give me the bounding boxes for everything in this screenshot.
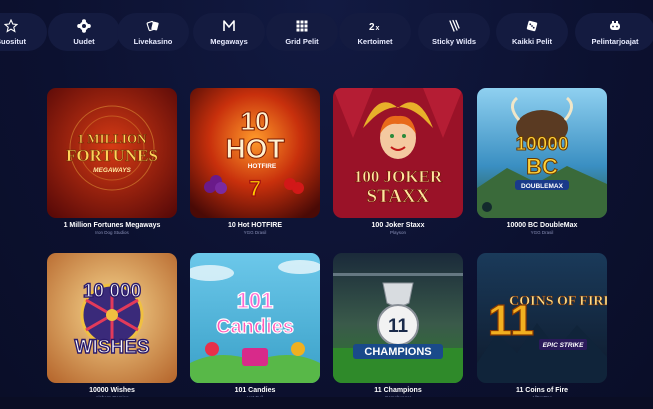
svg-text:MEGAWAYS: MEGAWAYS	[93, 167, 131, 174]
grid-icon	[296, 20, 308, 31]
game-art: 100 JOKER STAXX	[333, 88, 463, 218]
svg-text:HOT: HOT	[225, 133, 284, 164]
game-thumbnail[interactable]: 11 COINS OF FIRE EPIC STRIKE	[477, 253, 607, 383]
game-art: 10 HOT HOTFIRE 7	[190, 88, 320, 218]
cards-icon	[146, 20, 159, 31]
game-thumbnail[interactable]: 10 000 WISHES	[47, 253, 177, 383]
svg-text:BC: BC	[526, 154, 558, 179]
game-card[interactable]: 100 JOKER STAXX 100 Joker Staxx Playson	[333, 88, 463, 235]
category-kaikki-pelit[interactable]: Kaikki Pelit	[496, 13, 568, 51]
svg-text:2: 2	[369, 22, 375, 33]
game-provider: YGG Drasil	[243, 230, 267, 235]
game-name: 10000 BC DoubleMax	[506, 222, 578, 229]
bottom-bar	[0, 397, 653, 409]
category-livekasino[interactable]: Livekasino	[117, 13, 189, 51]
category-grid-pelit[interactable]: Grid Pelit	[266, 13, 338, 51]
svg-text:HOTFIRE: HOTFIRE	[248, 163, 277, 170]
game-thumbnail[interactable]: 1 MILLION FORTUNES MEGAWAYS	[47, 88, 177, 218]
svg-text:10 000: 10 000	[83, 281, 141, 302]
game-art: 10 000 WISHES	[47, 253, 177, 383]
category-nav: Suositut Uudet Livekasino Megawa	[0, 13, 653, 51]
multiplier-icon: 2 x	[369, 22, 380, 33]
game-art: 1 MILLION FORTUNES MEGAWAYS	[47, 88, 177, 218]
game-provider: Iron Dog Studios	[95, 230, 129, 235]
category-sticky-wilds[interactable]: Sticky Wilds	[418, 13, 490, 51]
svg-text:DOUBLEMAX: DOUBLEMAX	[521, 183, 564, 190]
svg-text:Candies: Candies	[216, 316, 294, 338]
providers-icon	[610, 20, 620, 30]
game-name: 11 Champions	[374, 387, 422, 394]
dice-icon	[526, 20, 538, 31]
svg-text:EPIC STRIKE: EPIC STRIKE	[543, 342, 584, 349]
game-thumbnail[interactable]: 11 CHAMPIONS	[333, 253, 463, 383]
category-label: Livekasino	[133, 36, 173, 46]
category-label: Uudet	[73, 36, 95, 46]
svg-text:FORTUNES: FORTUNES	[66, 146, 158, 165]
game-thumbnail[interactable]: 10 HOT HOTFIRE 7	[190, 88, 320, 218]
game-art: 11 COINS OF FIRE EPIC STRIKE	[477, 253, 607, 383]
game-art: 11 CHAMPIONS	[333, 253, 463, 383]
game-card[interactable]: 1 MILLION FORTUNES MEGAWAYS 1 Million Fo…	[47, 88, 177, 235]
game-thumbnail[interactable]: 101 Candies	[190, 253, 320, 383]
category-suositut[interactable]: Suositut	[0, 13, 47, 51]
casino-lobby: Suositut Uudet Livekasino Megawa	[0, 0, 653, 409]
category-kertoimet[interactable]: 2 x Kertoimet	[339, 13, 411, 51]
game-name: 1 Million Fortunes Megaways	[63, 222, 161, 229]
category-label: Pelintarjoajat	[591, 36, 639, 46]
category-label: Kertoimet	[357, 36, 393, 46]
category-label: Sticky Wilds	[431, 36, 477, 46]
svg-text:1 MILLION: 1 MILLION	[78, 131, 148, 146]
category-label: Suositut	[0, 36, 26, 46]
game-provider: YGG Drasil	[530, 230, 554, 235]
svg-text:COINS OF FIRE: COINS OF FIRE	[509, 294, 607, 309]
game-card[interactable]: 10000 BC DOUBLEMAX 10000 BC DoubleMax YG…	[477, 88, 607, 235]
game-card[interactable]: 101 Candies 101 Candies Hot Evil	[190, 253, 320, 400]
category-label: Grid Pelit	[285, 36, 319, 46]
megaways-icon	[223, 19, 235, 31]
svg-text:7: 7	[249, 176, 261, 201]
svg-text:100 JOKER: 100 JOKER	[354, 167, 443, 186]
svg-text:101: 101	[237, 288, 274, 313]
game-name: 100 Joker Staxx	[371, 222, 425, 229]
svg-text:11: 11	[388, 316, 409, 337]
game-card[interactable]: 10 HOT HOTFIRE 7 10 Hot HOTFIRE YGG Dras…	[190, 88, 320, 235]
svg-text:10: 10	[241, 106, 270, 136]
category-pelintarjoajat[interactable]: Pelintarjoajat	[575, 13, 653, 51]
game-thumbnail[interactable]: 10000 BC DOUBLEMAX	[477, 88, 607, 218]
category-uudet[interactable]: Uudet	[48, 13, 120, 51]
svg-text:STAXX: STAXX	[367, 186, 430, 207]
svg-text:CHAMPIONS: CHAMPIONS	[364, 346, 431, 358]
svg-text:10000: 10000	[516, 134, 569, 155]
game-name: 11 Coins of Fire	[515, 387, 569, 394]
svg-text:x: x	[376, 25, 380, 32]
category-label: Kaikki Pelit	[511, 36, 553, 46]
game-provider: Playson	[389, 230, 406, 235]
game-card[interactable]: 11 COINS OF FIRE EPIC STRIKE 11 Coins of…	[477, 253, 607, 400]
game-art: 101 Candies	[190, 253, 320, 383]
badge-icon	[77, 18, 91, 33]
game-card[interactable]: 10 000 WISHES 10000 Wishes AlchemyGaming	[47, 253, 177, 400]
game-card[interactable]: 11 CHAMPIONS 11 Champions Gamebunger	[333, 253, 463, 400]
category-label: Megaways	[210, 36, 248, 46]
claw-icon	[449, 19, 460, 32]
star-icon	[4, 18, 18, 33]
game-art: 10000 BC DOUBLEMAX	[477, 88, 607, 218]
game-name: 10000 Wishes	[89, 387, 135, 394]
svg-text:WISHES: WISHES	[75, 337, 150, 358]
game-name: 10 Hot HOTFIRE	[227, 222, 283, 229]
category-megaways[interactable]: Megaways	[193, 13, 265, 51]
game-name: 101 Candies	[234, 387, 276, 394]
game-thumbnail[interactable]: 100 JOKER STAXX	[333, 88, 463, 218]
